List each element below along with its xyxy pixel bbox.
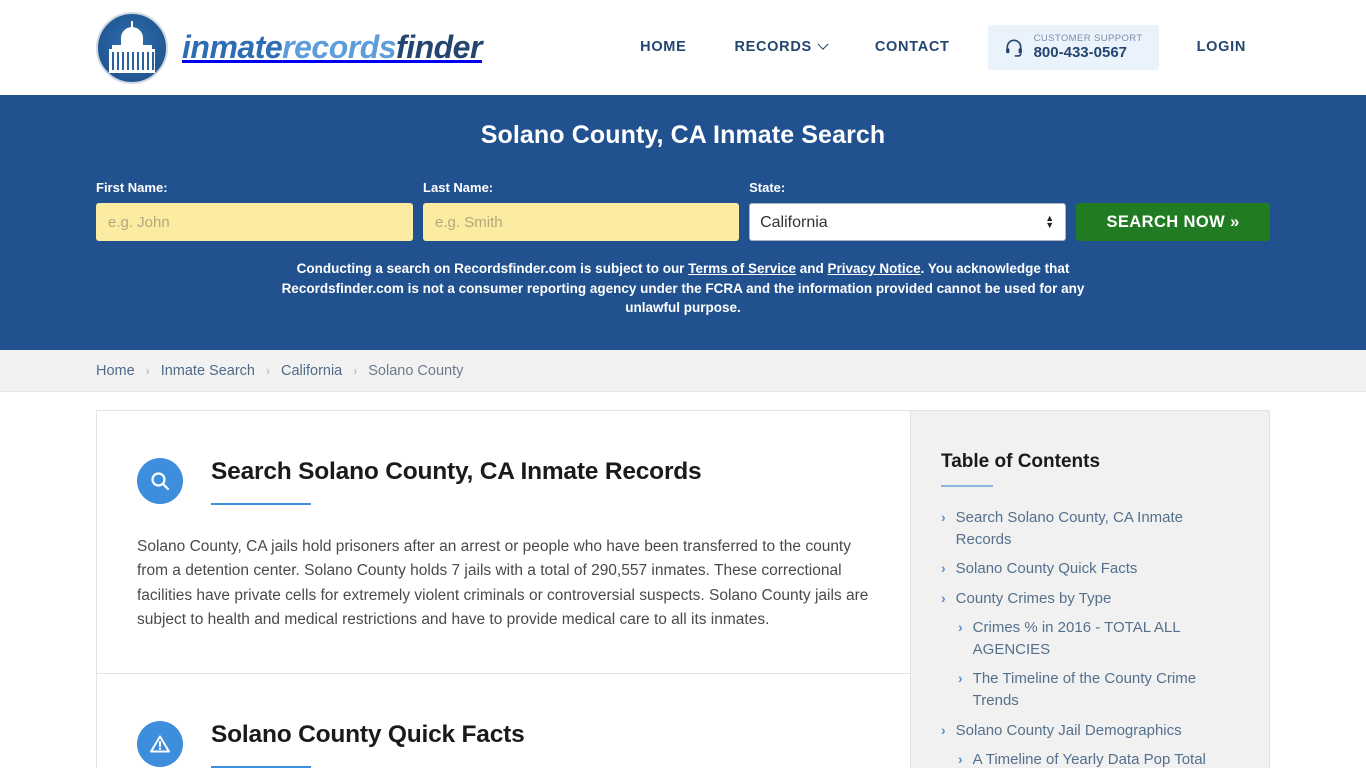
search-form: First Name: Last Name: State: California… — [96, 180, 1271, 241]
chevron-right-icon: › — [941, 560, 946, 577]
brand-part-inmate: inmate — [182, 29, 283, 65]
breadcrumb-separator-icon: › — [266, 363, 270, 378]
section-body-search-records: Solano County, CA jails hold prisoners a… — [137, 538, 869, 629]
disclaimer-text-2: and — [796, 261, 828, 276]
toc-item[interactable]: › Solano County Quick Facts — [941, 558, 1239, 580]
breadcrumb-item-home[interactable]: Home — [96, 363, 135, 379]
nav-item-login[interactable]: LOGIN — [1173, 39, 1270, 55]
breadcrumb-item-solano-county: Solano County — [368, 362, 464, 379]
breadcrumb: Home › Inmate Search › California › Sola… — [96, 363, 463, 379]
chevron-right-icon: › — [941, 509, 946, 525]
page-title: Solano County, CA Inmate Search — [480, 121, 886, 149]
first-name-input[interactable] — [96, 203, 414, 241]
magnifier-icon — [137, 458, 183, 504]
chevron-right-icon: › — [941, 721, 946, 738]
toc-item[interactable]: › Crimes % in 2016 - TOTAL ALL AGENCIES — [941, 617, 1239, 661]
toc-item[interactable]: › Search Solano County, CA Inmate Record… — [941, 507, 1239, 551]
chevron-right-icon: › — [941, 589, 946, 606]
toc-link[interactable]: Solano County Quick Facts — [956, 558, 1138, 580]
state-label: State: — [749, 180, 786, 195]
brand-part-records: records — [282, 29, 397, 65]
support-phone: 800-433-0567 — [1033, 44, 1128, 62]
breadcrumb-bar: Home › Inmate Search › California › Sola… — [0, 350, 1366, 392]
nav-label-login: LOGIN — [1196, 39, 1246, 56]
toc-list: › Search Solano County, CA Inmate Record… — [941, 507, 1239, 768]
last-name-label: Last Name: — [423, 180, 494, 195]
toc-link[interactable]: Search Solano County, CA Inmate Records — [956, 507, 1239, 551]
chevron-right-icon: › — [958, 670, 963, 687]
state-select[interactable]: California — [749, 203, 1067, 241]
toc-link[interactable]: Crimes % in 2016 - TOTAL ALL AGENCIES — [973, 617, 1239, 661]
brand-wordmark: inmaterecordsfinder — [182, 29, 482, 66]
brand-part-finder: finder — [396, 29, 482, 65]
last-name-input[interactable] — [423, 203, 740, 241]
toc-link[interactable]: A Timeline of Yearly Data Pop Total from… — [973, 749, 1239, 768]
nav-item-records[interactable]: RECORDS — [710, 38, 850, 56]
toc-title: Table of Contents — [941, 451, 1101, 472]
toc-item[interactable]: › The Timeline of the County Crime Trend… — [941, 668, 1239, 712]
search-disclaimer: Conducting a search on Recordsfinder.com… — [261, 259, 1106, 318]
disclaimer-text-1: Conducting a search on Recordsfinder.com… — [296, 261, 689, 276]
section-search-records: Search Solano County, CA Inmate Records … — [97, 411, 910, 673]
nav-item-contact[interactable]: CONTACT — [851, 39, 974, 55]
warning-triangle-icon — [137, 720, 183, 767]
breadcrumb-item-california[interactable]: California — [281, 363, 342, 379]
customer-support-box[interactable]: CUSTOMER SUPPORT 800-433-0567 — [987, 24, 1159, 71]
terms-of-service-link[interactable]: Terms of Service — [688, 261, 796, 276]
search-now-button[interactable]: SEARCH NOW » — [1076, 203, 1271, 241]
toc-link[interactable]: County Crimes by Type — [956, 588, 1112, 610]
first-name-field-group: First Name: — [96, 180, 414, 241]
toc-link[interactable]: The Timeline of the County Crime Trends — [973, 668, 1239, 712]
breadcrumb-separator-icon: › — [145, 363, 150, 378]
hero-search-panel: Solano County, CA Inmate Search First Na… — [0, 95, 1366, 350]
section-quick-facts: Solano County Quick Facts — [97, 672, 910, 768]
main-content: Search Solano County, CA Inmate Records … — [96, 410, 910, 768]
section-title-quick-facts: Solano County Quick Facts — [211, 720, 525, 748]
breadcrumb-item-inmate-search[interactable]: Inmate Search — [161, 363, 255, 379]
page-body: Search Solano County, CA Inmate Records … — [0, 392, 1366, 768]
table-of-contents: Table of Contents › Search Solano County… — [910, 410, 1270, 768]
chevron-right-icon: › — [958, 618, 963, 635]
toc-item[interactable]: › Solano County Jail Demographics — [941, 720, 1239, 742]
support-label: CUSTOMER SUPPORT — [1033, 32, 1143, 44]
main-navigation: HOME RECORDS CONTACT CUSTOMER SUPPORT 80… — [616, 24, 1270, 71]
site-header: inmaterecordsfinder HOME RECORDS CONTACT… — [0, 0, 1366, 95]
nav-label-contact: CONTACT — [874, 39, 950, 56]
first-name-label: First Name: — [96, 180, 168, 195]
toc-item[interactable]: › A Timeline of Yearly Data Pop Total fr… — [941, 749, 1239, 768]
last-name-field-group: Last Name: — [423, 180, 740, 241]
site-logo[interactable]: inmaterecordsfinder — [96, 11, 482, 84]
nav-item-home[interactable]: HOME — [616, 39, 710, 55]
section-title-search-records: Search Solano County, CA Inmate Records — [211, 458, 702, 485]
toc-link[interactable]: Solano County Jail Demographics — [956, 720, 1182, 742]
state-field-group: State: California ▲ ▼ — [749, 180, 1067, 241]
chevron-right-icon: › — [958, 750, 963, 767]
chevron-down-icon — [817, 38, 829, 51]
breadcrumb-separator-icon: › — [353, 363, 358, 378]
title-underline — [211, 503, 311, 505]
nav-label-home: HOME — [640, 39, 687, 56]
toc-underline — [941, 485, 993, 487]
privacy-notice-link[interactable]: Privacy Notice — [828, 261, 921, 276]
nav-label-records: RECORDS — [734, 39, 812, 56]
toc-item[interactable]: › County Crimes by Type — [941, 588, 1239, 610]
headset-icon — [1005, 39, 1022, 58]
capitol-dome-icon — [96, 11, 168, 84]
